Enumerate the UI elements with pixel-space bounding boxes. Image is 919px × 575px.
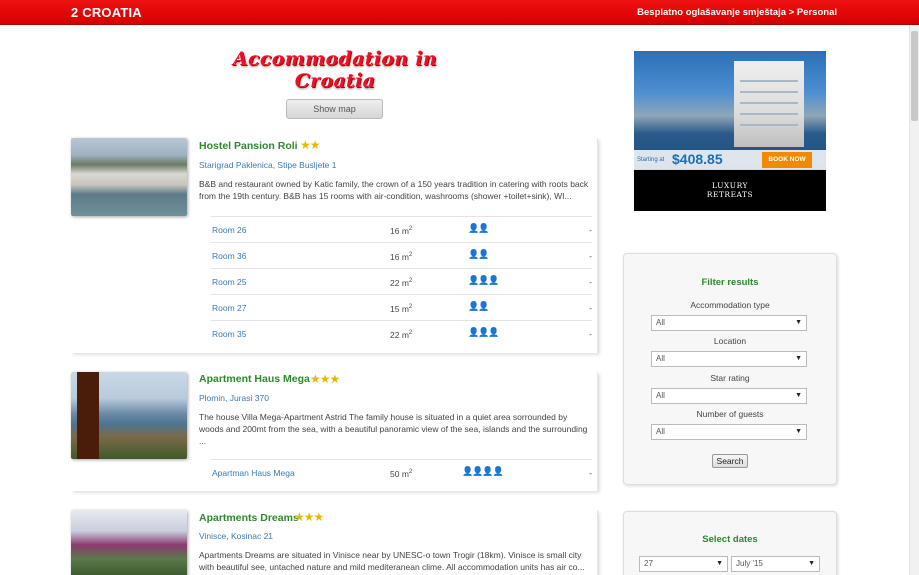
property-address[interactable]: Vinisce, Kosinac 21 xyxy=(199,531,273,541)
guests-icon: 👤👤 xyxy=(468,301,489,311)
page-title: Accommodation in Croatia xyxy=(233,48,437,92)
room-row[interactable]: Apartman Haus Mega 50 m2 👤👤👤👤 - xyxy=(211,459,592,485)
star-rating-select[interactable]: All ▼ xyxy=(651,388,807,404)
guests-icon: 👤👤👤 xyxy=(468,275,500,285)
room-name[interactable]: Room 27 xyxy=(212,303,247,313)
room-price: - xyxy=(589,251,592,261)
ad-brand-line1: LUXURY xyxy=(712,181,748,190)
room-price: - xyxy=(589,277,592,287)
star-rating-icon: ★★★ xyxy=(310,372,340,386)
room-row[interactable]: Room 36 16 m2 👤👤 - xyxy=(211,242,592,268)
guests-select[interactable]: All ▼ xyxy=(651,424,807,440)
breadcrumb-link[interactable]: Besplatno oglašavanje smještaja > Person… xyxy=(637,7,837,18)
room-list: Apartman Haus Mega 50 m2 👤👤👤👤 - xyxy=(211,459,592,485)
show-map-button[interactable]: Show map xyxy=(286,99,383,119)
room-size: 16 m2 xyxy=(390,226,413,236)
property-description: Apartments Dreams are situated in Vinisc… xyxy=(199,550,585,572)
room-price: - xyxy=(589,303,592,313)
chevron-down-icon: ▼ xyxy=(795,355,802,362)
property-address[interactable]: Plomin, Jurasi 370 xyxy=(199,393,269,403)
ad-price-bar: Starting at $408.85 BOOK NOW xyxy=(634,150,826,170)
location-label: Location xyxy=(713,336,747,346)
ad-price: $408.85 xyxy=(672,151,723,167)
chevron-down-icon: ▼ xyxy=(808,560,815,567)
ad-brand-line2: RETREATS xyxy=(706,190,754,199)
room-size: 50 m2 xyxy=(390,469,413,479)
ad-banner[interactable]: Starting at $408.85 BOOK NOW LUXURY RETR… xyxy=(634,51,826,211)
room-name[interactable]: Room 36 xyxy=(212,251,247,261)
page-scrollbar[interactable] xyxy=(909,25,919,575)
room-price: - xyxy=(589,329,592,339)
scrollbar-thumb[interactable] xyxy=(911,31,918,121)
dates-panel: Select dates 27 ▼ July '15 ▼ xyxy=(623,511,837,575)
guests-icon: 👤👤 xyxy=(468,223,489,233)
guests-icon: 👤👤👤 xyxy=(468,327,500,337)
room-list: Room 26 16 m2 👤👤 - Room 36 16 m2 👤👤 - Ro… xyxy=(211,216,592,346)
chevron-down-icon: ▼ xyxy=(795,428,802,435)
property-photo[interactable] xyxy=(71,372,187,459)
star-rating-label: Star rating xyxy=(710,373,750,383)
top-bar: 2 CROATIA Besplatno oglašavanje smještaj… xyxy=(0,0,919,25)
room-name[interactable]: Room 25 xyxy=(212,277,247,287)
search-button[interactable]: Search xyxy=(712,454,748,468)
guests-label: Number of guests xyxy=(696,409,764,419)
room-name[interactable]: Room 35 xyxy=(212,329,247,339)
star-rating-icon: ★★ xyxy=(300,138,320,152)
property-photo[interactable] xyxy=(71,138,187,216)
property-card: Apartment Haus Mega ★★★ Plomin, Jurasi 3… xyxy=(71,372,598,491)
property-name[interactable]: Hostel Pansion Roli xyxy=(199,140,298,152)
room-name[interactable]: Room 26 xyxy=(212,225,247,235)
room-row[interactable]: Room 35 22 m2 👤👤👤 - xyxy=(211,320,592,346)
star-rating-icon: ★★★ xyxy=(294,510,324,524)
day-select[interactable]: 27 ▼ xyxy=(639,556,728,572)
chevron-down-icon: ▼ xyxy=(795,319,802,326)
filter-panel: Filter results Accommodation type All ▼ … xyxy=(623,253,837,485)
room-size: 22 m2 xyxy=(390,330,413,340)
property-name[interactable]: Apartments Dreams xyxy=(199,512,299,524)
book-now-button[interactable]: BOOK NOW xyxy=(762,152,812,168)
room-row[interactable]: Room 26 16 m2 👤👤 - xyxy=(211,216,592,242)
room-name[interactable]: Apartman Haus Mega xyxy=(212,468,295,478)
ad-starting-label: Starting at xyxy=(637,157,665,163)
ad-building-image xyxy=(734,61,804,147)
room-row[interactable]: Room 27 15 m2 👤👤 - xyxy=(211,294,592,320)
ad-brand-logo: LUXURY RETREATS xyxy=(634,181,826,199)
accommodation-type-label: Accommodation type xyxy=(690,300,770,310)
room-size: 22 m2 xyxy=(390,278,413,288)
property-description: B&B and restaurant owned by Katic family… xyxy=(199,179,589,201)
property-description: The house Villa Mega-Apartment Astrid Th… xyxy=(199,412,588,446)
property-address[interactable]: Starigrad Paklenica, Stipe Busljete 1 xyxy=(199,160,337,170)
property-name[interactable]: Apartment Haus Mega xyxy=(199,373,310,385)
guests-icon: 👤👤👤👤 xyxy=(462,466,504,476)
accommodation-type-select[interactable]: All ▼ xyxy=(651,315,807,331)
property-card: Hostel Pansion Roli ★★ Starigrad Pakleni… xyxy=(71,138,598,353)
brand-logo[interactable]: 2 CROATIA xyxy=(71,5,142,20)
property-card: Apartments Dreams ★★★ Vinisce, Kosinac 2… xyxy=(71,510,598,575)
filter-title: Filter results xyxy=(701,277,759,288)
room-size: 15 m2 xyxy=(390,304,413,314)
room-row[interactable]: Room 25 22 m2 👤👤👤 - xyxy=(211,268,592,294)
month-select[interactable]: July '15 ▼ xyxy=(731,556,820,572)
room-price: - xyxy=(589,468,592,478)
property-photo[interactable] xyxy=(71,510,187,575)
guests-icon: 👤👤 xyxy=(468,249,489,259)
room-price: - xyxy=(589,225,592,235)
location-select[interactable]: All ▼ xyxy=(651,351,807,367)
chevron-down-icon: ▼ xyxy=(795,392,802,399)
room-size: 16 m2 xyxy=(390,252,413,262)
dates-title: Select dates xyxy=(702,534,758,545)
chevron-down-icon: ▼ xyxy=(716,560,723,567)
